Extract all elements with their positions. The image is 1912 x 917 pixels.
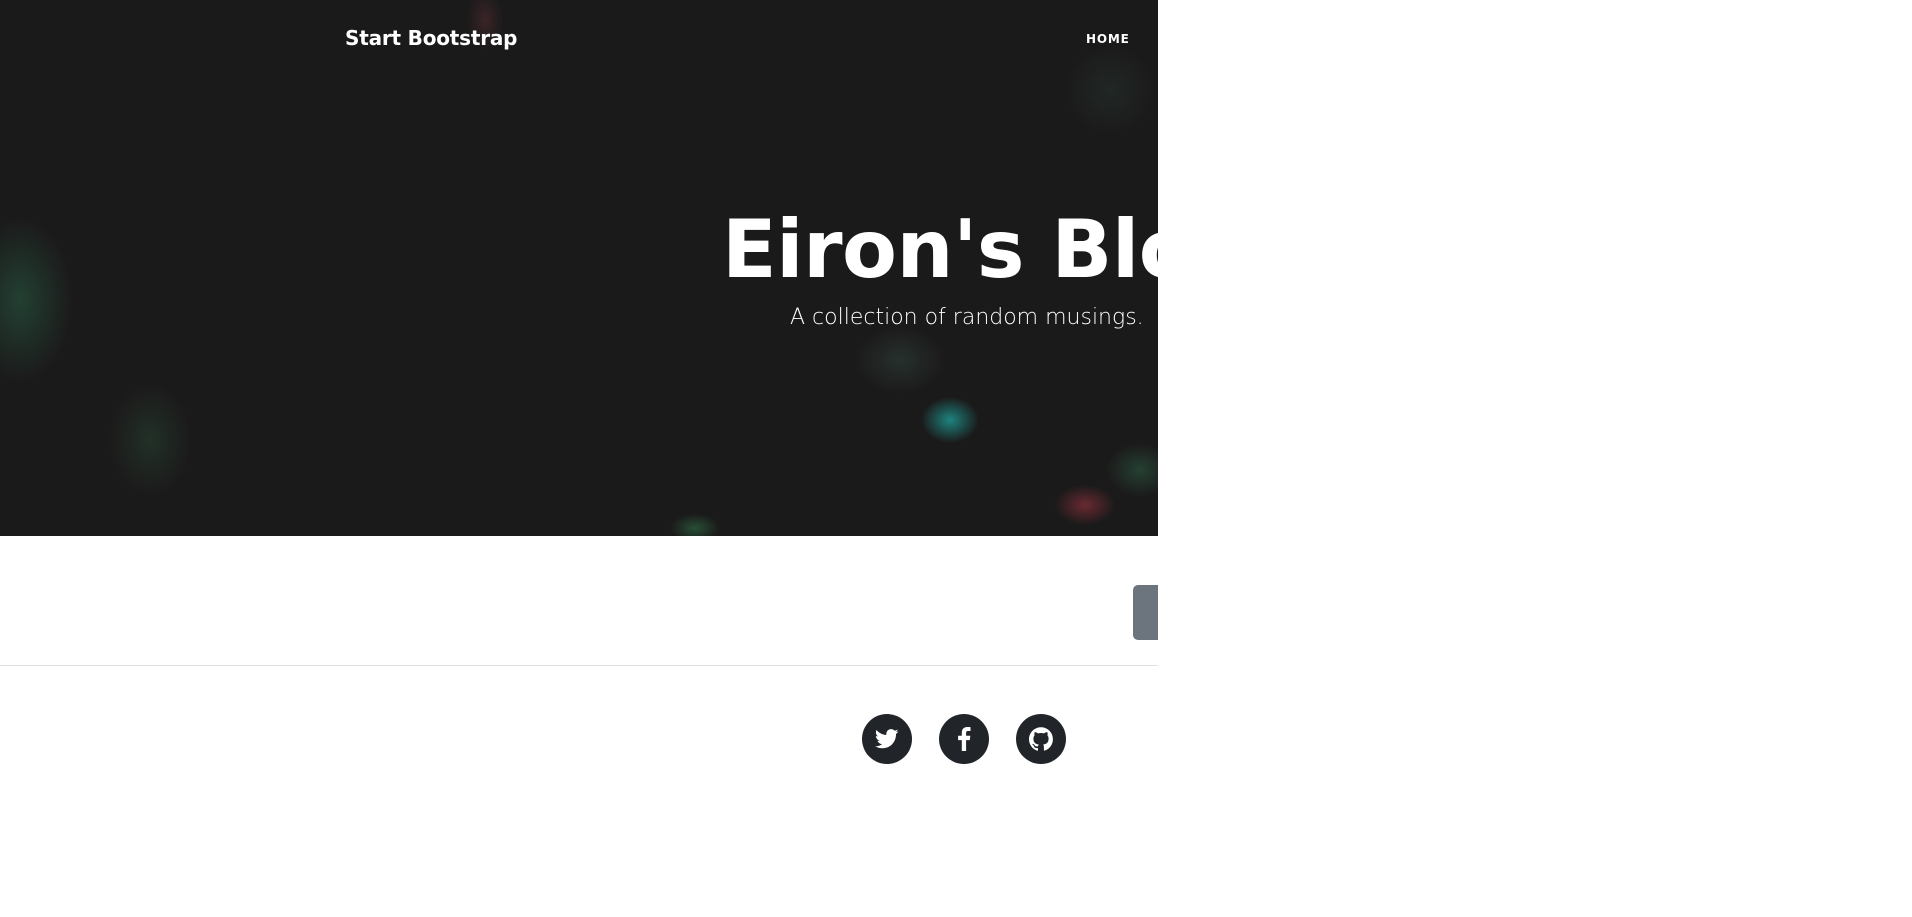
site-subheading: A collection of random musings.	[790, 305, 1144, 330]
facebook-icon	[958, 727, 971, 751]
github-link[interactable]	[1016, 714, 1066, 764]
twitter-icon	[875, 729, 899, 749]
twitter-link[interactable]	[862, 714, 912, 764]
page-viewport: Start Bootstrap HOME Eiron's Blog A coll…	[0, 0, 1158, 917]
github-icon	[1029, 727, 1053, 751]
site-heading: Eiron's Blog	[722, 203, 1158, 296]
nav-link-home[interactable]: HOME	[1086, 32, 1130, 46]
navbar-brand[interactable]: Start Bootstrap	[345, 26, 517, 50]
facebook-link[interactable]	[939, 714, 989, 764]
navbar: Start Bootstrap HOME	[0, 0, 1158, 78]
masthead: Start Bootstrap HOME Eiron's Blog A coll…	[0, 0, 1158, 536]
older-posts-button[interactable]	[1133, 585, 1158, 640]
footer-divider	[0, 665, 1158, 666]
